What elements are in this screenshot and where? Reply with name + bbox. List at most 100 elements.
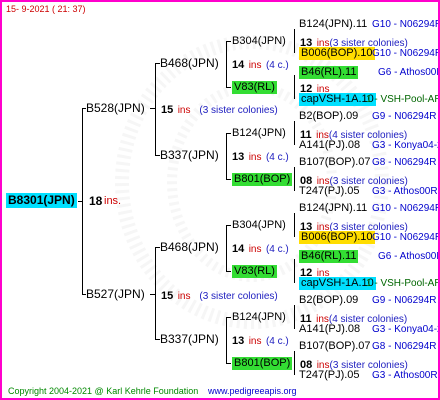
connector (226, 225, 231, 226)
connector (226, 41, 231, 42)
generation-origin: G3 - Konya04-2 (372, 140, 440, 151)
gen4-node[interactable]: A141(PJ).08 (299, 323, 360, 336)
grandparent-info: 14 ins (4 c.) (232, 57, 289, 72)
queen-name: B801(BOP) (234, 173, 291, 185)
gen4-node[interactable]: T247(PJ).05 (299, 185, 360, 198)
inseminations-count: 13 (232, 335, 245, 347)
website-link[interactable]: www.pedigreeapis.org (208, 386, 297, 396)
generation-origin: G3 - Athos00R (372, 370, 438, 381)
connector (226, 41, 227, 87)
generation-origin: G8 - N06294R (372, 341, 437, 352)
gen4-node[interactable]: capVSH-1A.10 (299, 93, 376, 106)
inseminations-label: ins (177, 291, 191, 302)
inseminations-label: ins (248, 60, 262, 71)
root-queen[interactable]: B8301(JPN) (6, 193, 77, 208)
gen3-node[interactable]: B801(BOP) (232, 173, 293, 186)
connector (226, 133, 227, 179)
queen-name: B468(JPN) (160, 56, 219, 70)
inseminations-count: 13 (232, 151, 245, 163)
queen-name: B46(RL).11 (301, 250, 357, 262)
queen-name: V83(RL) (234, 81, 275, 93)
sister-colonies: (4 c.) (265, 152, 289, 163)
inseminations-label: ins (248, 152, 262, 163)
connector (150, 108, 156, 109)
inseminations-label: ins (248, 244, 262, 255)
generation-origin: G8 - N06294R (372, 157, 437, 168)
gen3-node[interactable]: V83(RL) (232, 81, 277, 94)
connector (226, 271, 231, 272)
queen-name: T247(PJ).05 (299, 185, 360, 197)
sister-colonies: (3 sister colonies) (199, 105, 278, 116)
connector (150, 294, 156, 295)
gen4-node[interactable]: B006(BOP).10 (299, 47, 375, 60)
queen-name: B124(JPN) (232, 311, 286, 323)
gen4-node[interactable]: B2(BOP).09 (299, 294, 358, 307)
connector (155, 63, 156, 155)
queen-name: B304(JPN) (232, 35, 286, 47)
connector (226, 363, 231, 364)
queen-name: B468(JPN) (160, 240, 219, 254)
queen-name: capVSH-1A.10 (301, 93, 374, 105)
grandparent-info: 13 ins (4 c.) (232, 149, 289, 164)
root-inseminations-label: ins. (104, 195, 122, 207)
gen3-node[interactable]: B304(JPN) (232, 35, 286, 48)
queen-name: B124(JPN).11 (299, 202, 368, 214)
generation-origin: G10 - N06294R (372, 203, 440, 214)
generation-origin: G3 - Athos00R (372, 186, 438, 197)
parent-node[interactable]: B527(JPN) (86, 288, 145, 301)
gen4-node[interactable]: B107(BOP).07 (299, 340, 371, 353)
gen3-node[interactable]: B124(JPN) (232, 311, 286, 324)
grandparent-node[interactable]: B337(JPN) (160, 333, 219, 346)
gen4-node[interactable]: A141(PJ).08 (299, 139, 360, 152)
generation-origin: G3 - Konya04-2 (372, 324, 440, 335)
date-stamp: 15- 9-2021 ( 21: 37) (6, 4, 86, 14)
queen-name: B107(BOP).07 (299, 156, 371, 168)
gen4-node[interactable]: B124(JPN).11 (299, 18, 367, 31)
grandparent-info: 13 ins (4 c.) (232, 333, 289, 348)
queen-name: B2(BOP).09 (299, 294, 359, 306)
queen-name: B801(BOP) (234, 357, 291, 369)
queen-name: A141(PJ).08 (299, 139, 361, 151)
parent-node[interactable]: B528(JPN) (86, 102, 145, 115)
gen3-node[interactable]: B124(JPN) (232, 127, 286, 140)
grandparent-node[interactable]: B468(JPN) (160, 57, 219, 70)
parent-info: 15 ins (3 sister colonies) (161, 102, 278, 117)
queen-name: T247(PJ).05 (299, 369, 360, 381)
gen4-node[interactable]: capVSH-1A.10 (299, 277, 376, 290)
grandparent-node[interactable]: B468(JPN) (160, 241, 219, 254)
connector (226, 317, 231, 318)
inseminations-label: ins (177, 105, 191, 116)
queen-name: B337(JPN) (160, 148, 219, 162)
generation-origin: G9 - N06294R (372, 111, 437, 122)
connector (294, 121, 295, 145)
inseminations-count: 14 (232, 59, 245, 71)
generation-origin: G10 - N06294R (372, 232, 440, 243)
generation-origin: 1 - VSH-Pool-AR (366, 94, 440, 105)
gen3-node[interactable]: B304(JPN) (232, 219, 286, 232)
sister-colonies: (4 c.) (265, 244, 289, 255)
queen-name: A141(PJ).08 (299, 323, 361, 335)
connector (226, 225, 227, 271)
generation-origin: 1 - VSH-Pool-AR (366, 278, 440, 289)
connector (226, 179, 231, 180)
generation-origin: G9 - N06294R (372, 295, 437, 306)
root-inseminations-count: 18 (89, 194, 103, 208)
connector (226, 317, 227, 363)
queen-name: B006(BOP).10 (301, 47, 373, 59)
parent-info: 15 ins (3 sister colonies) (161, 288, 278, 303)
grandparent-node[interactable]: B337(JPN) (160, 149, 219, 162)
gen3-node[interactable]: V83(RL) (232, 265, 277, 278)
queen-name: capVSH-1A.10 (301, 277, 374, 289)
queen-name: B46(RL).11 (301, 66, 357, 78)
queen-name: B124(JPN).11 (299, 18, 368, 30)
gen4-node[interactable]: B46(RL).11 (299, 250, 359, 263)
gen3-node[interactable]: B801(BOP) (232, 357, 293, 370)
gen4-node[interactable]: T247(PJ).05 (299, 369, 360, 382)
gen4-node[interactable]: B2(BOP).09 (299, 110, 358, 123)
gen4-node[interactable]: B107(BOP).07 (299, 156, 371, 169)
connector (294, 305, 295, 329)
generation-origin: G6 - Athos00R (378, 67, 440, 78)
gen4-node[interactable]: B46(RL).11 (299, 66, 359, 79)
gen4-node[interactable]: B006(BOP).10 (299, 231, 375, 244)
gen4-node[interactable]: B124(JPN).11 (299, 202, 367, 215)
